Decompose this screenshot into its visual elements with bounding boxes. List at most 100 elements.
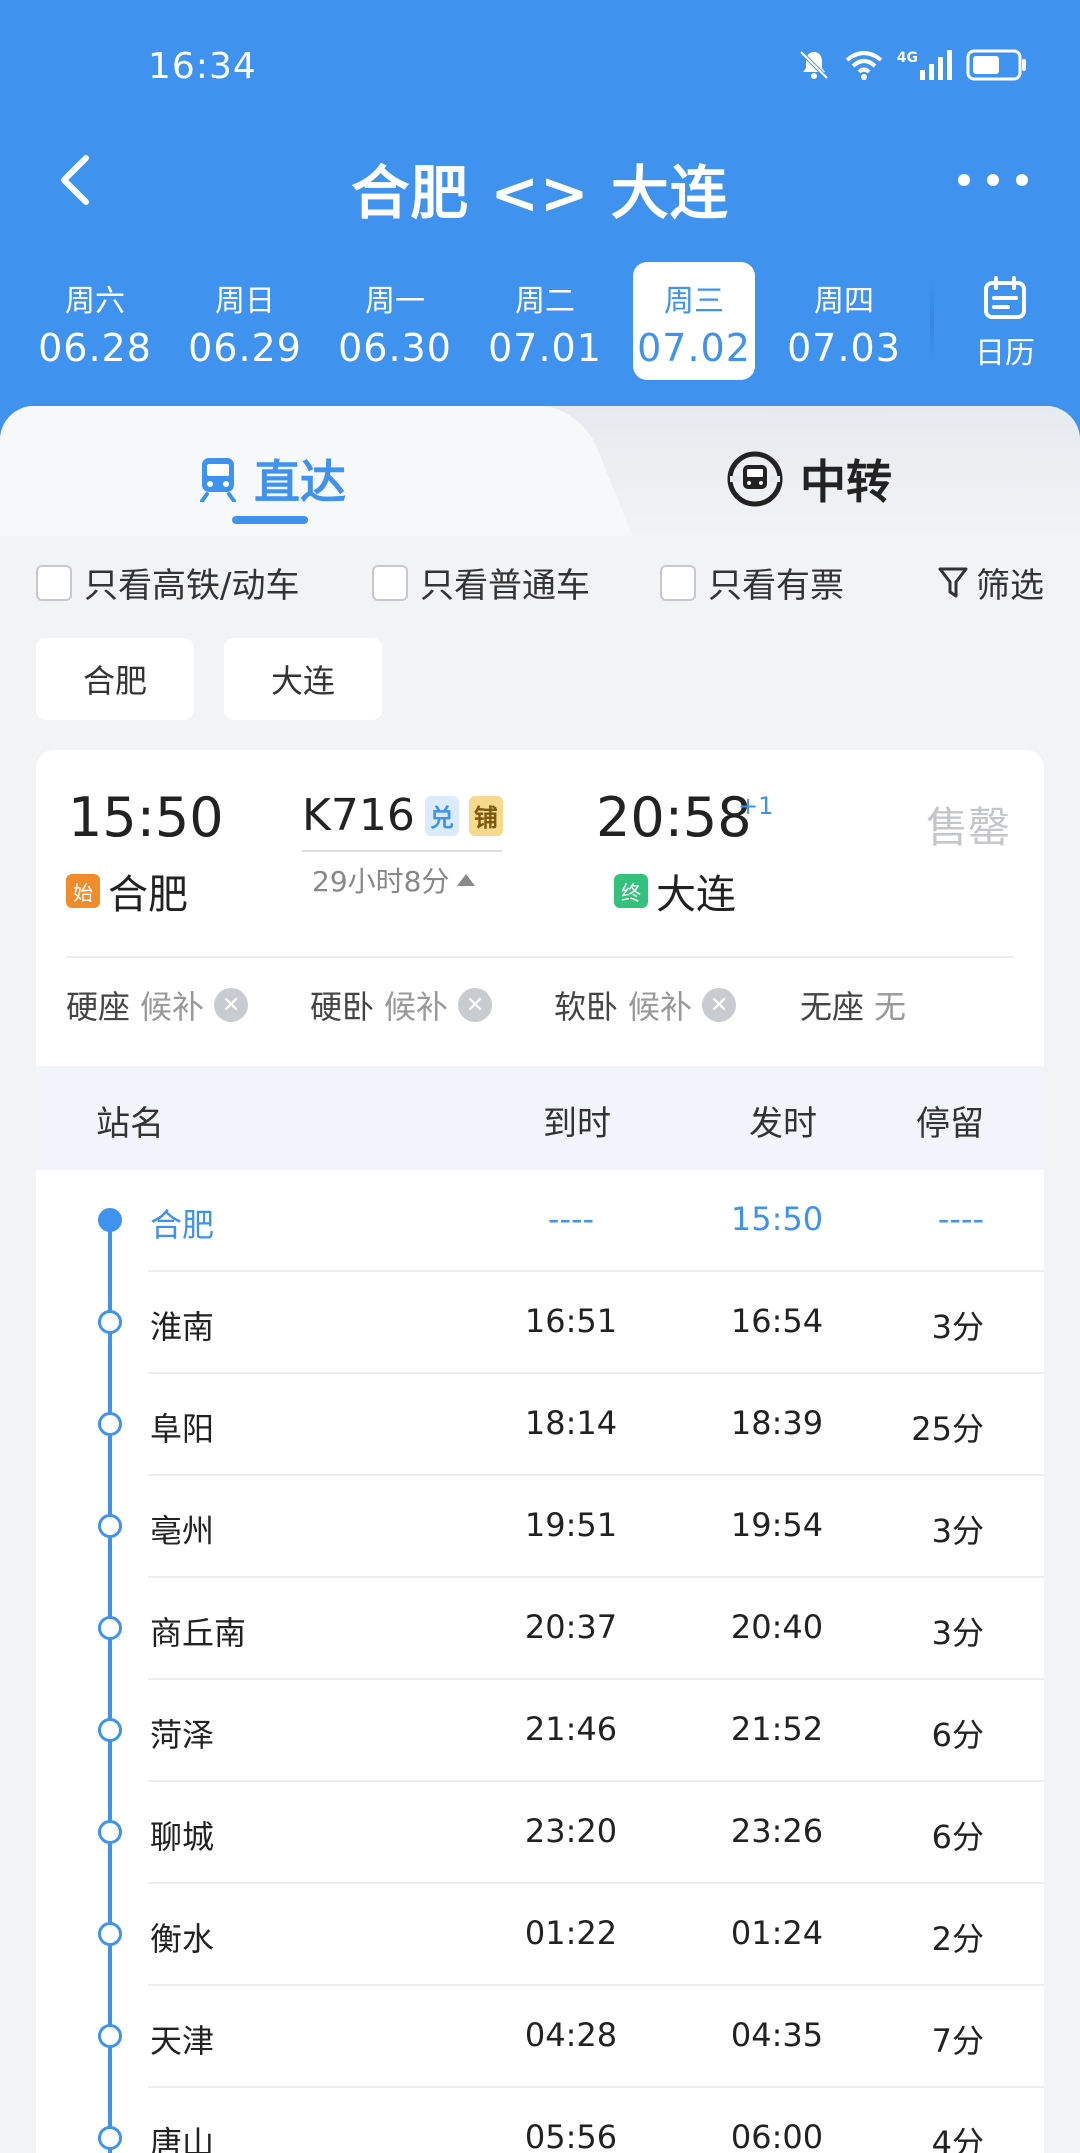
date-weekday: 周三 <box>664 284 724 319</box>
filter-label: 只看有票 <box>708 566 844 606</box>
table-row: 商丘南 20:37 20:40 3分 <box>36 1578 1044 1680</box>
day-offset: +1 <box>738 792 774 820</box>
stop-station: 淮南 <box>150 1308 215 1346</box>
origin-station: 始 合肥 <box>66 862 188 920</box>
date-value: 06.28 <box>38 326 152 370</box>
train-card[interactable]: 15:50 K716 兑 铺 29小时8分 20:58 +1 售罄 始 合肥 终… <box>36 750 1044 2153</box>
header: 16:34 4G 合肥 <> 大连 周六 06.28 周日 06.29 周一 0… <box>0 0 1080 440</box>
seat-hard-sleeper[interactable]: 硬卧 候补 ✕ <box>310 982 493 1028</box>
calendar-button[interactable]: 日历 <box>950 262 1060 380</box>
seat-status: 候补 <box>384 988 449 1026</box>
station-chips: 合肥 大连 <box>36 638 382 720</box>
date-item[interactable]: 周日 06.29 <box>183 262 307 380</box>
train-number-label: K716 <box>302 790 415 841</box>
date-item-selected[interactable]: 周三 07.02 <box>633 262 755 380</box>
stop-arrive: 05:56 <box>524 2118 618 2153</box>
transfer-train-icon <box>727 451 783 507</box>
seat-name: 硬卧 <box>310 988 375 1026</box>
checkbox[interactable] <box>660 564 696 601</box>
filter-high-speed[interactable]: 只看高铁/动车 <box>36 558 299 607</box>
stop-depart: 16:54 <box>730 1302 824 1340</box>
date-selector: 周六 06.28 周日 06.29 周一 06.30 周二 07.01 周三 0… <box>0 262 1080 380</box>
stop-arrive: 16:51 <box>524 1302 618 1340</box>
seat-name: 无座 <box>800 988 865 1026</box>
table-row: 淮南 16:51 16:54 3分 <box>36 1272 1044 1374</box>
date-value: 06.29 <box>188 326 302 370</box>
stop-station: 天津 <box>150 2022 215 2060</box>
stop-arrive: ---- <box>547 1200 595 1238</box>
stop-dot <box>98 1718 122 1742</box>
departure-time: 15:50 <box>68 786 224 849</box>
wifi-icon <box>845 51 883 80</box>
tab-direct[interactable]: 直达 <box>198 446 346 512</box>
station-chip[interactable]: 大连 <box>224 638 382 720</box>
seat-status: 候补 <box>140 988 205 1026</box>
stop-arrive: 04:28 <box>524 2016 618 2054</box>
stop-dot <box>98 1820 122 1844</box>
date-value: 07.03 <box>787 326 901 370</box>
stop-duration: 2分 <box>931 1920 984 1958</box>
seat-name: 软卧 <box>554 988 619 1026</box>
filter-regular[interactable]: 只看普通车 <box>372 558 590 607</box>
table-row: 菏泽 21:46 21:52 6分 <box>36 1680 1044 1782</box>
date-value: 07.02 <box>637 326 751 370</box>
seat-status: 候补 <box>628 988 693 1026</box>
stop-depart: 21:52 <box>730 1710 824 1748</box>
date-value: 06.30 <box>338 326 452 370</box>
stop-depart: 04:35 <box>730 2016 824 2054</box>
train-number: K716 兑 铺 <box>302 790 503 841</box>
stop-station: 阜阳 <box>150 1410 215 1448</box>
date-separator <box>930 278 934 366</box>
active-tab-indicator <box>232 516 308 524</box>
header-depart: 发时 <box>749 1104 817 1144</box>
stop-duration: 7分 <box>931 2022 984 2060</box>
table-row: 阜阳 18:14 18:39 25分 <box>36 1374 1044 1476</box>
checkbox[interactable] <box>36 564 72 601</box>
stop-depart: 23:26 <box>730 1812 824 1850</box>
stop-arrive: 23:20 <box>524 1812 618 1850</box>
tab-transfer[interactable]: 中转 <box>726 446 892 512</box>
funnel-icon <box>938 567 968 597</box>
table-row: 唐山 05:56 06:00 4分 <box>36 2088 1044 2153</box>
seat-soft-sleeper[interactable]: 软卧 候补 ✕ <box>554 982 737 1028</box>
tab-direct-label: 直达 <box>254 455 346 509</box>
date-item[interactable]: 周四 07.03 <box>782 262 906 380</box>
stop-dot <box>98 2024 122 2048</box>
duration-toggle[interactable]: 29小时8分 <box>312 860 476 900</box>
start-badge: 始 <box>66 874 100 908</box>
stop-dot <box>98 1310 122 1334</box>
seat-no-seat[interactable]: 无座 无 <box>800 982 906 1028</box>
date-item[interactable]: 周二 07.01 <box>483 262 607 380</box>
stop-duration: 3分 <box>931 1512 984 1550</box>
calendar-icon <box>984 276 1026 319</box>
header-arrive: 到时 <box>543 1104 611 1144</box>
filter-available[interactable]: 只看有票 <box>660 558 844 607</box>
seat-status: 无 <box>874 988 907 1026</box>
stop-arrive: 21:46 <box>524 1710 618 1748</box>
stop-depart: 18:39 <box>730 1404 824 1442</box>
date-item[interactable]: 周六 06.28 <box>33 262 157 380</box>
card-divider <box>66 956 1014 958</box>
filter-button[interactable]: 筛选 <box>938 558 1044 607</box>
table-row: 聊城 23:20 23:26 6分 <box>36 1782 1044 1884</box>
main-content: 直达 中转 只看高铁/动车 只看普通车 只看有票 筛选 合肥 大连 15:50 … <box>0 406 1080 2153</box>
stop-dot <box>98 1208 122 1232</box>
stop-arrive: 01:22 <box>524 1914 618 1952</box>
stop-station: 菏泽 <box>150 1716 215 1754</box>
exchange-tag: 兑 <box>424 795 459 836</box>
mute-bell-icon <box>799 50 829 80</box>
stop-dot <box>98 1616 122 1640</box>
seat-availability: 硬座 候补 ✕ 硬卧 候补 ✕ 软卧 候补 ✕ 无座 无 <box>66 982 1026 1042</box>
more-options-icon[interactable] <box>958 150 1028 210</box>
date-item[interactable]: 周一 06.30 <box>333 262 457 380</box>
table-row: 合肥 ---- 15:50 ---- <box>36 1170 1044 1272</box>
signal-icon <box>920 50 952 80</box>
duration-label: 29小时8分 <box>312 865 450 898</box>
status-icons: 4G <box>797 48 1028 82</box>
calendar-label: 日历 <box>975 336 1035 371</box>
berth-tag: 铺 <box>468 795 503 836</box>
station-chip[interactable]: 合肥 <box>36 638 194 720</box>
stop-station: 合肥 <box>150 1206 215 1244</box>
checkbox[interactable] <box>372 564 408 601</box>
seat-hard-seat[interactable]: 硬座 候补 ✕ <box>66 982 249 1028</box>
